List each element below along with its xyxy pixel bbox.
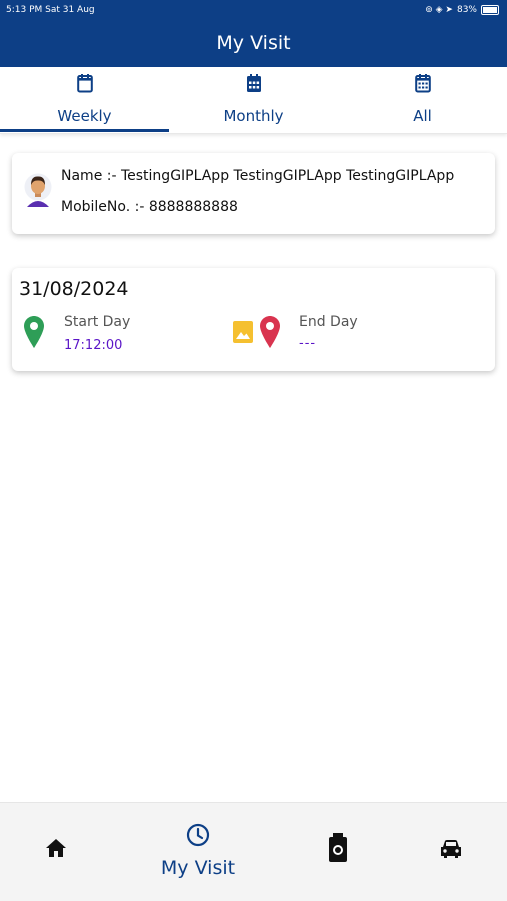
fuel-icon[interactable] [328,833,348,863]
start-location-pin-icon[interactable] [24,316,44,348]
tab-selected-indicator [0,129,169,132]
nav-my-visit-label: My Visit [160,857,236,879]
calendar-all-icon [414,74,431,93]
battery-icon [481,5,499,15]
end-location-pin-icon[interactable] [260,316,280,348]
start-day-label: Start Day [64,314,131,330]
tab-all-label: All [413,107,432,125]
user-name: Name :- TestingGIPLApp TestingGIPLApp Te… [61,168,455,184]
image-icon[interactable] [233,321,253,343]
bottom-navigation: My Visit [0,802,507,901]
visit-date: 31/08/2024 [19,278,129,300]
tab-weekly-label: Weekly [57,107,112,125]
tab-all[interactable]: All [338,67,507,133]
visit-card[interactable]: 31/08/2024 Start Day 17:12:00 End Day --… [12,268,495,371]
home-icon[interactable] [45,837,67,859]
user-mobile: MobileNo. :- 8888888888 [61,199,238,215]
tab-monthly-label: Monthly [223,107,284,125]
clock-icon [186,823,210,847]
nav-my-visit[interactable]: My Visit [160,803,236,901]
tab-monthly[interactable]: Monthly [169,67,338,133]
page-title: My Visit [216,32,291,54]
car-icon[interactable] [439,838,463,860]
tab-bar: Weekly Monthly All [0,67,507,134]
user-info-card: Name :- TestingGIPLApp TestingGIPLApp Te… [12,153,495,234]
end-day-time: --- [299,336,317,351]
signal-icon: ⊚ ◈ ➤ [425,5,453,15]
calendar-icon [76,74,93,93]
battery-percent: 83% [456,5,477,15]
start-day-time: 17:12:00 [64,338,123,353]
status-icons: ⊚ ◈ ➤ 83% [425,5,499,15]
status-time-date: 5:13 PM Sat 31 Aug [6,5,95,15]
tab-weekly[interactable]: Weekly [0,67,169,133]
end-day-label: End Day [299,314,358,330]
avatar [24,173,52,207]
status-bar: 5:13 PM Sat 31 Aug ⊚ ◈ ➤ 83% [0,0,507,20]
calendar-month-icon [246,74,261,92]
app-header: 5:13 PM Sat 31 Aug ⊚ ◈ ➤ 83% My Visit [0,0,507,67]
